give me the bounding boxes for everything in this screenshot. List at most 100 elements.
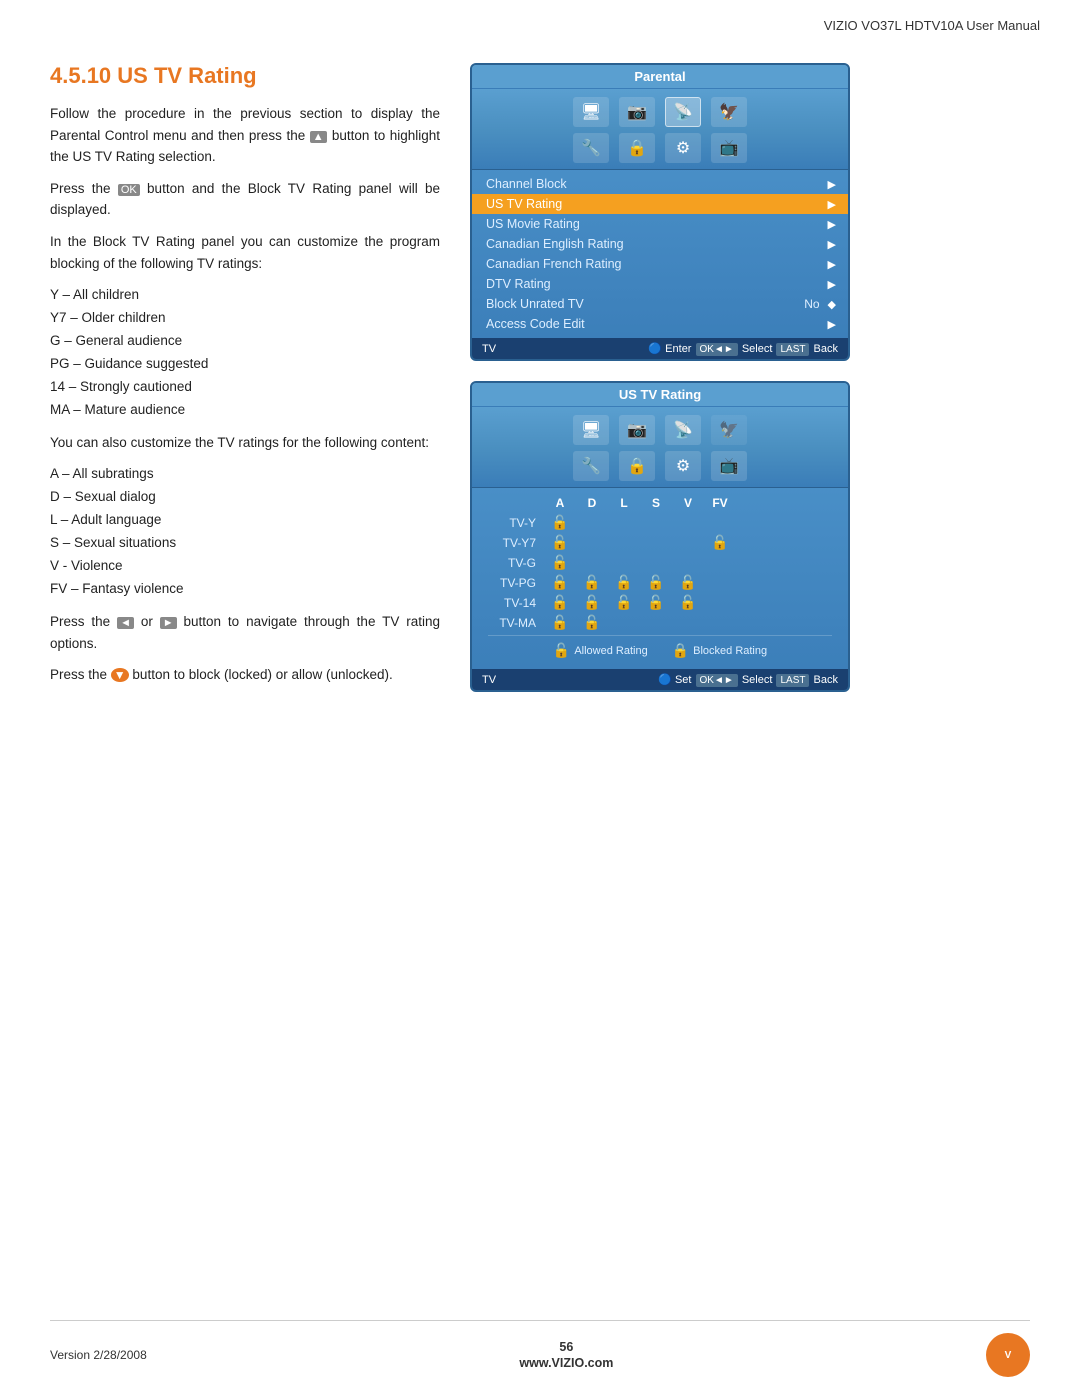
parental-icons-row2: 🔧 🔒 ⚙ 📺 [472, 131, 848, 170]
footer-row: Version 2/28/2008 56 www.VIZIO.com V [0, 1333, 1080, 1377]
subrating-fv: FV – Fantasy violence [50, 578, 440, 601]
right-column: Parental 🖥 📷 📡 🦅 🔧 🔒 ⚙ 📺 Channel Block ▶ [470, 63, 1040, 696]
menu-canadian-english[interactable]: Canadian English Rating ▶ [472, 234, 848, 254]
rating-icons-row1: 🖥 📷 📡 🦅 [472, 407, 848, 449]
page-number: 56 [559, 1340, 573, 1354]
lock-tv14-v: 🔓 [679, 594, 696, 610]
version-label: Version 2/28/2008 [50, 1348, 147, 1362]
lock-tvpg-d: 🔓 [583, 574, 600, 590]
rating-icon-bird: 🦅 [711, 415, 747, 445]
paragraph-3: In the Block TV Rating panel you can cus… [50, 231, 440, 274]
lock-tvpg-s: 🔓 [647, 574, 664, 590]
footer-center: 56 www.VIZIO.com [519, 1340, 613, 1370]
legend-allowed: 🔓 Allowed Rating [553, 642, 648, 659]
rating-icon-tv: 🖥 [573, 415, 609, 445]
rating-item-pg: PG – Guidance suggested [50, 353, 440, 376]
legend-allowed-label: Allowed Rating [574, 645, 647, 657]
parental-icon-r2: 🔒 [619, 133, 655, 163]
rating-footer-tv: TV [482, 674, 496, 686]
parental-icon-tv: 🖥 [573, 97, 609, 127]
col-v: V [672, 496, 704, 510]
legend-blocked: 🔒 Blocked Rating [672, 642, 767, 659]
section-number: 4.5.10 [50, 63, 117, 88]
parental-menu-list: Channel Block ▶ US TV Rating ▶ US Movie … [472, 170, 848, 338]
parental-panel: Parental 🖥 📷 📡 🦅 🔧 🔒 ⚙ 📺 Channel Block ▶ [470, 63, 850, 361]
lock-tvpg-l: 🔓 [615, 574, 632, 590]
paragraph-2: Press the OK button and the Block TV Rat… [50, 178, 440, 221]
page-header: VIZIO VO37L HDTV10A User Manual [0, 0, 1080, 33]
rating-item-y7: Y7 – Older children [50, 307, 440, 330]
separator [50, 1320, 1030, 1321]
legend-blocked-label: Blocked Rating [693, 645, 767, 657]
col-d: D [576, 496, 608, 510]
rating-legend: 🔓 Allowed Rating 🔒 Blocked Rating [488, 635, 832, 661]
lock-tvpg-v: 🔓 [679, 574, 696, 590]
navigate-text: Press the ◄ or ► button to navigate thro… [50, 611, 440, 654]
subrating-l: L – Adult language [50, 509, 440, 532]
rating-row-tvma: TV-MA 🔓 🔓 🔒 🔒 🔒 🔒 [488, 614, 832, 631]
lock-tv14-l: 🔓 [615, 594, 632, 610]
paragraph-1: Follow the procedure in the previous sec… [50, 103, 440, 168]
manual-title: VIZIO VO37L HDTV10A User Manual [824, 18, 1040, 33]
page-footer: Version 2/28/2008 56 www.VIZIO.com V [0, 1310, 1080, 1397]
parental-icons-row1: 🖥 📷 📡 🦅 [472, 89, 848, 131]
rating-panel: US TV Rating 🖥 📷 📡 🦅 🔧 🔒 ⚙ 📺 A D [470, 381, 850, 692]
subratings-intro: You can also customize the TV ratings fo… [50, 432, 440, 454]
lock-tvg-a: 🔓 [551, 554, 568, 570]
lock-tvy7-a: 🔓 [551, 534, 568, 550]
parental-icon-sat: 📡 [665, 97, 701, 127]
parental-panel-footer: TV 🔵 Enter OK◄► Select LAST Back [472, 338, 848, 359]
col-s: S [640, 496, 672, 510]
parental-icon-cam: 📷 [619, 97, 655, 127]
menu-block-unrated[interactable]: Block Unrated TV No ◆ [472, 294, 848, 314]
rating-row-tvg: TV-G 🔓 🔒 🔒 🔒 🔒 🔒 [488, 554, 832, 571]
rating-panel-footer: TV 🔵 Set OK◄► Select LAST Back [472, 669, 848, 690]
legend-blocked-icon: 🔒 [672, 642, 689, 659]
subrating-a: A – All subratings [50, 463, 440, 486]
parental-panel-title: Parental [472, 65, 848, 89]
parental-icon-r3: ⚙ [665, 133, 701, 163]
rating-item-y: Y – All children [50, 284, 440, 307]
ratings-list: Y – All children Y7 – Older children G –… [50, 284, 440, 422]
lock-tvma-d: 🔓 [583, 614, 600, 630]
rating-item-ma: MA – Mature audience [50, 399, 440, 422]
rating-row-tv14: TV-14 🔓 🔓 🔓 🔓 🔓 🔒 [488, 594, 832, 611]
rating-icon-r4: 📺 [711, 451, 747, 481]
parental-icon-r4: 📺 [711, 133, 747, 163]
footer-tv-label: TV [482, 343, 496, 355]
rating-icon-sat: 📡 [665, 415, 701, 445]
subrating-d: D – Sexual dialog [50, 486, 440, 509]
rating-grid: A D L S V FV TV-Y 🔓 🔒 🔒 🔒 🔒 🔒 [472, 488, 848, 669]
col-a: A [544, 496, 576, 510]
rating-panel-title: US TV Rating [472, 383, 848, 407]
subratings-list: A – All subratings D – Sexual dialog L –… [50, 463, 440, 601]
menu-channel-block[interactable]: Channel Block ▶ [472, 174, 848, 194]
menu-access-code[interactable]: Access Code Edit ▶ [472, 314, 848, 334]
lock-tv14-a: 🔓 [551, 594, 568, 610]
menu-canadian-french[interactable]: Canadian French Rating ▶ [472, 254, 848, 274]
col-l: L [608, 496, 640, 510]
menu-dtv-rating[interactable]: DTV Rating ▶ [472, 274, 848, 294]
rating-footer-controls: 🔵 Set OK◄► Select LAST Back [658, 673, 838, 686]
lock-tvpg-a: 🔓 [551, 574, 568, 590]
rating-icons-row2: 🔧 🔒 ⚙ 📺 [472, 449, 848, 488]
lock-tv14-d: 🔓 [583, 594, 600, 610]
rating-item-g: G – General audience [50, 330, 440, 353]
rating-icon-r1: 🔧 [573, 451, 609, 481]
section-title: 4.5.10 US TV Rating [50, 63, 440, 89]
rating-item-14: 14 – Strongly cautioned [50, 376, 440, 399]
menu-us-movie-rating[interactable]: US Movie Rating ▶ [472, 214, 848, 234]
lock-tvy7-fv: 🔓 [711, 534, 728, 550]
parental-icon-r1: 🔧 [573, 133, 609, 163]
menu-us-tv-rating[interactable]: US TV Rating ▶ [472, 194, 848, 214]
left-column: 4.5.10 US TV Rating Follow the procedure… [50, 63, 440, 696]
lock-tvy-a: 🔓 [551, 514, 568, 530]
block-text: Press the ▼ button to block (locked) or … [50, 664, 440, 686]
rating-row-tvpg: TV-PG 🔓 🔓 🔓 🔓 🔓 🔒 [488, 574, 832, 591]
legend-allowed-icon: 🔓 [553, 642, 570, 659]
vizio-logo: V [986, 1333, 1030, 1377]
rating-header-row: A D L S V FV [544, 496, 832, 510]
rating-row-tvy7: TV-Y7 🔓 🔒 🔒 🔒 🔒 🔓 [488, 534, 832, 551]
lock-tvma-a: 🔓 [551, 614, 568, 630]
rating-icon-r2: 🔒 [619, 451, 655, 481]
